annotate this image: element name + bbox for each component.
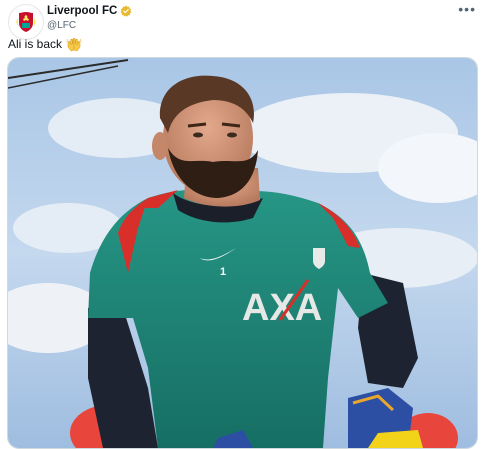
tweet-photo[interactable]: 1 AXA (7, 57, 478, 449)
tweet-text-row: Ali is back (8, 37, 82, 52)
handle[interactable]: @LFC (47, 19, 132, 32)
liverpool-crest-icon (16, 12, 36, 32)
tweet-card: Liverpool FC @LFC ••• Ali is back 1 AXA (0, 0, 500, 449)
axa-sponsor-logo: AXA (242, 287, 322, 329)
tweet-text: Ali is back (8, 37, 63, 51)
account-names: Liverpool FC @LFC (47, 4, 132, 32)
svg-text:1: 1 (220, 266, 226, 278)
goalkeeper-photo: 1 AXA (8, 58, 477, 448)
avatar[interactable] (8, 4, 44, 40)
more-options-icon[interactable]: ••• (458, 2, 476, 16)
raised-hands-emoji (66, 38, 82, 52)
display-name[interactable]: Liverpool FC (47, 4, 117, 18)
verified-badge-icon (120, 5, 132, 17)
